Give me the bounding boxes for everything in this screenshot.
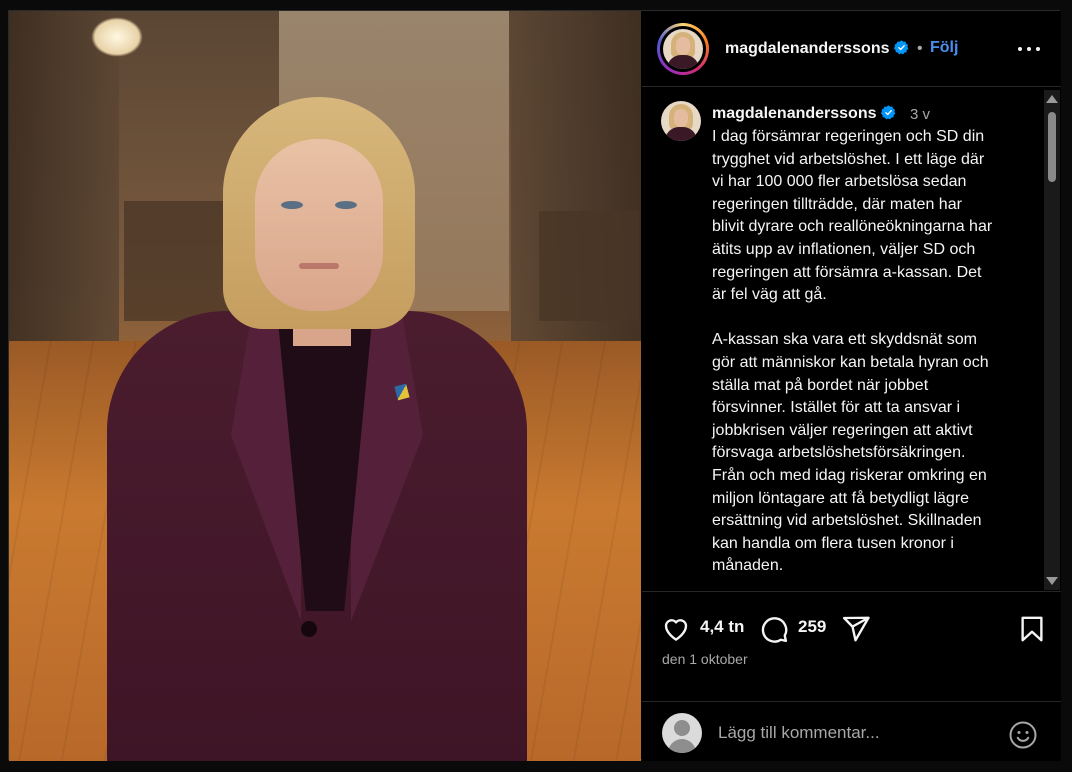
caption-text: I dag försämrar regeringen och SD din tr… — [712, 126, 1030, 578]
like-count[interactable]: 4,4 tn — [700, 617, 744, 637]
caption-username-row[interactable]: magdalenanderssons — [712, 105, 896, 123]
caption-line: försvinner. Istället för att ta ansvar i — [712, 399, 961, 417]
caption-avatar[interactable] — [661, 101, 701, 141]
post-actions: 4,4 tn 259 den 1 oktober — [642, 591, 1061, 701]
caption-username[interactable]: magdalenanderssons — [712, 105, 877, 122]
caption-time[interactable]: 3 v — [910, 106, 930, 123]
follow-button[interactable]: Följ — [930, 39, 958, 57]
caption-line: blivit dyrare och reallöneökningarna har — [712, 218, 993, 236]
caption-line: I dag försämrar regeringen och SD din — [712, 128, 985, 145]
verified-badge-icon — [893, 40, 909, 55]
heart-icon[interactable] — [661, 614, 691, 644]
comment-bar — [642, 701, 1061, 761]
caption-line: ställa mat på bordet när jobbet — [712, 376, 929, 394]
caption-line: A-kassan ska vara ett skyddsnät som — [712, 331, 977, 349]
post-header: magdalenanderssons • Följ — [642, 11, 1061, 87]
separator-dot: • — [917, 40, 923, 57]
scroll-up-arrow-icon[interactable] — [1046, 95, 1058, 103]
caption-scroll-area[interactable]: magdalenanderssons 3 v I dag försämrar r… — [642, 88, 1061, 591]
caption-line: ätits upp av inflationen, väljer SD och — [712, 240, 976, 258]
current-user-avatar — [662, 713, 702, 753]
caption-line: miljon löntagare att få betydligt lägre — [712, 489, 970, 507]
paper-plane-icon[interactable] — [841, 614, 871, 644]
caption-line: Från och med idag riskerar omkring en — [712, 466, 987, 484]
caption-line: trygghet vid arbetslöshet. I ett läge dä… — [712, 150, 985, 168]
caption-line: gör att människor kan betala hyran och — [712, 353, 989, 371]
scroll-down-arrow-icon[interactable] — [1046, 577, 1058, 585]
post-sidebar: magdalenanderssons • Följ magdalenanders… — [642, 11, 1061, 761]
comment-input[interactable] — [718, 721, 988, 745]
more-options-icon[interactable] — [1014, 39, 1044, 59]
post-date[interactable]: den 1 oktober — [662, 651, 748, 667]
emoji-smiley-icon[interactable] — [1008, 720, 1038, 750]
comment-count[interactable]: 259 — [798, 617, 826, 637]
post-modal: magdalenanderssons • Följ magdalenanders… — [8, 10, 1061, 761]
caption-line: försvaga arbetslöshetsförsäkringen. — [712, 444, 966, 462]
caption-line: vi har 100 000 fler arbetslösa sedan — [712, 173, 967, 191]
caption-line: regeringen tillträdde, där maten har — [712, 195, 962, 213]
post-photo — [9, 11, 641, 761]
portrait-person — [9, 11, 641, 761]
caption-line: regeringen att försämra a-kassan. Det — [712, 263, 982, 281]
caption-line: jobbkrisen väljer regeringen att aktivt — [712, 421, 973, 439]
caption-line: är fel väg att gå. — [712, 286, 827, 304]
header-avatar[interactable] — [657, 23, 709, 75]
comment-bubble-icon[interactable] — [759, 614, 789, 644]
caption-scrollbar[interactable] — [1044, 90, 1060, 590]
verified-badge-icon — [880, 105, 896, 120]
caption-line: månaden. — [712, 557, 784, 575]
caption-line: ersättning vid arbetslöshet. Skillnaden — [712, 512, 982, 530]
scrollbar-thumb[interactable] — [1048, 112, 1056, 182]
header-username[interactable]: magdalenanderssons — [725, 40, 890, 57]
header-username-row[interactable]: magdalenanderssons — [725, 40, 909, 58]
caption-line: kan handla om flera tusen kronor i — [712, 534, 954, 552]
bookmark-icon[interactable] — [1017, 614, 1047, 644]
